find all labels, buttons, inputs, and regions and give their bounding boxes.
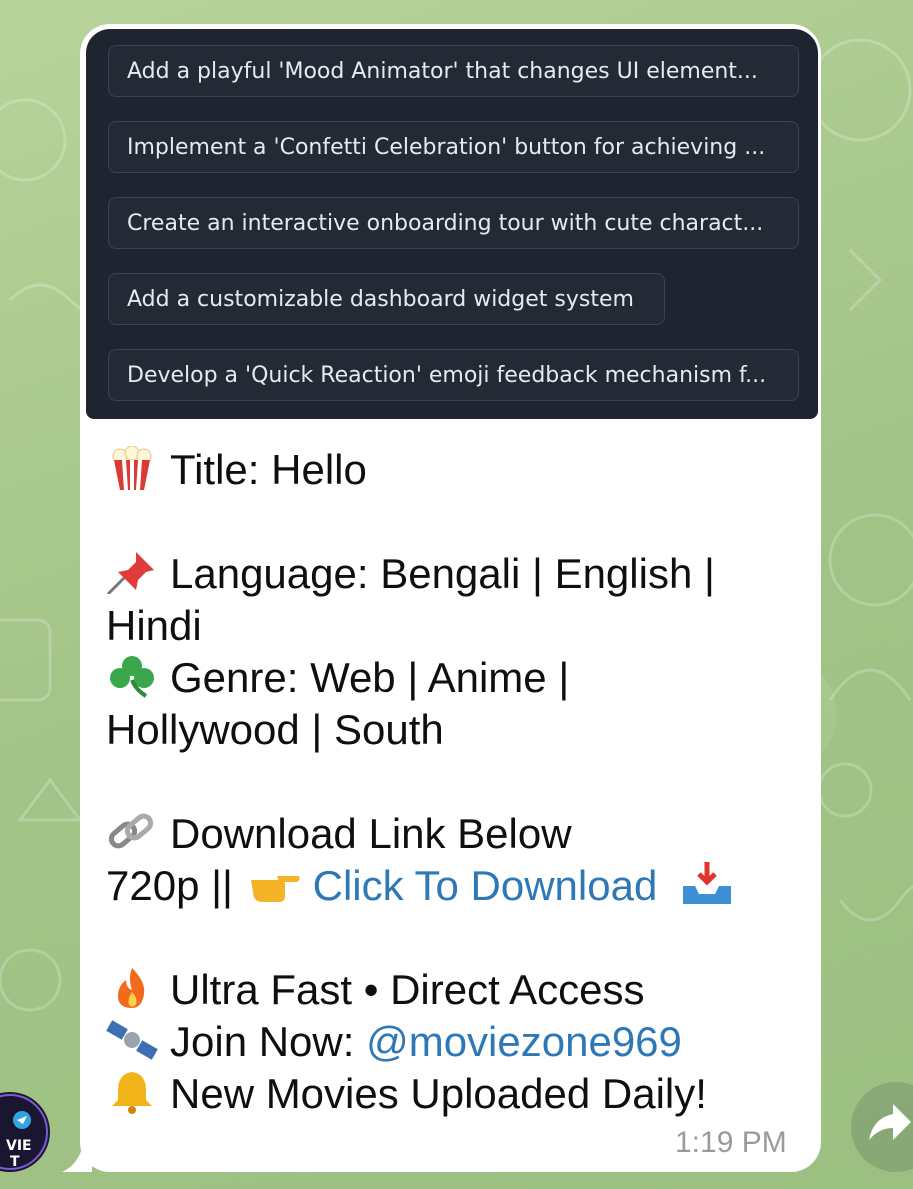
suggestion-button-2[interactable]: Implement a 'Confetti Celebration' butto… xyxy=(108,121,799,173)
suggestion-button-4[interactable]: Add a customizable dashboard widget syst… xyxy=(108,273,665,325)
bell-icon xyxy=(112,1072,152,1114)
daily-line: New Movies Uploaded Daily! xyxy=(106,1068,806,1120)
svg-text:VIE: VIE xyxy=(6,1138,32,1154)
suggestion-button-1[interactable]: Add a playful 'Mood Animator' that chang… xyxy=(108,45,799,97)
inbox-tray-icon xyxy=(683,862,731,904)
speed-line: Ultra Fast • Direct Access xyxy=(106,964,806,1016)
title-text: Title: Hello xyxy=(170,446,367,493)
svg-text:T: T xyxy=(10,1154,20,1170)
share-button[interactable] xyxy=(851,1082,913,1172)
download-heading-text: Download Link Below xyxy=(170,810,572,857)
download-link-line: 720p || Click To Download xyxy=(106,860,806,912)
bot-avatar[interactable]: VIE T xyxy=(0,1062,50,1172)
title-line: Title: Hello xyxy=(106,444,806,496)
suggestion-button-5[interactable]: Develop a 'Quick Reaction' emoji feedbac… xyxy=(108,349,799,401)
click-to-download-link[interactable]: Click To Download xyxy=(313,862,658,909)
daily-text: New Movies Uploaded Daily! xyxy=(170,1070,707,1117)
speed-text: Ultra Fast • Direct Access xyxy=(170,966,645,1013)
join-line: Join Now: @moviezone969 xyxy=(106,1016,806,1068)
satellite-icon xyxy=(106,1020,158,1060)
language-text-2: Hindi xyxy=(106,602,202,649)
share-arrow-icon xyxy=(869,1104,911,1140)
pushpin-icon xyxy=(106,552,154,594)
link-icon xyxy=(108,813,154,849)
download-heading-line: Download Link Below xyxy=(106,808,806,860)
shamrock-icon xyxy=(110,656,154,698)
language-line: Language: Bengali | English | xyxy=(106,548,806,600)
quality-text: 720p || xyxy=(106,862,233,909)
channel-handle-link[interactable]: @moviezone969 xyxy=(366,1018,682,1065)
pointing-hand-icon xyxy=(250,876,300,902)
fire-icon xyxy=(118,968,145,1008)
message-timestamp: 1:19 PM xyxy=(675,1126,787,1159)
genre-text-1: Genre: Web | Anime | xyxy=(170,654,570,701)
language-text-1: Language: Bengali | English | xyxy=(170,550,715,597)
genre-line: Genre: Web | Anime | xyxy=(106,652,806,704)
bubble-tail xyxy=(62,1140,92,1172)
genre-text-2: Hollywood | South xyxy=(106,706,444,753)
popcorn-icon xyxy=(112,446,152,490)
join-prefix-text: Join Now: xyxy=(170,1018,355,1065)
suggestion-button-3[interactable]: Create an interactive onboarding tour wi… xyxy=(108,197,799,249)
